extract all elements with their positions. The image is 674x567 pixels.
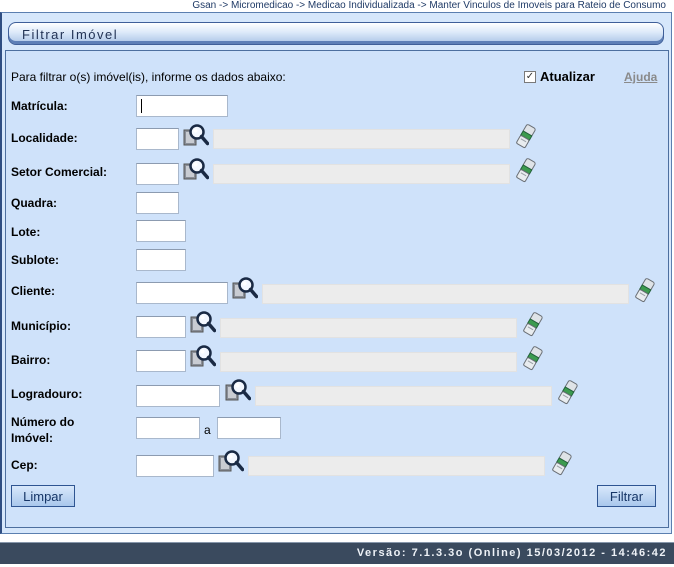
logradouro-code-input[interactable] (136, 385, 220, 407)
municipio-description (220, 318, 517, 338)
numero-imovel-label-line2: Imóvel: (11, 431, 54, 445)
localidade-description (213, 129, 510, 149)
cep-eraser-icon[interactable] (551, 450, 573, 476)
cliente-description (262, 284, 629, 304)
intro-text: Para filtrar o(s) imóvel(is), informe os… (11, 70, 286, 84)
bairro-description (220, 352, 517, 372)
localidade-label: Localidade: (11, 131, 78, 145)
quadra-label: Quadra: (11, 196, 58, 210)
cliente-eraser-icon[interactable] (634, 277, 656, 303)
setor-comercial-label: Setor Comercial: (11, 165, 108, 179)
setor-comercial-eraser-icon[interactable] (515, 157, 537, 183)
setor-comercial-code-input[interactable] (136, 163, 179, 185)
refresh-label: Atualizar (540, 69, 595, 84)
bairro-eraser-icon[interactable] (522, 345, 544, 371)
panel-title: Filtrar Imóvel (22, 27, 119, 42)
refresh-option: ✓ Atualizar (524, 69, 595, 84)
localidade-code-input[interactable] (136, 128, 179, 150)
setor-comercial-description (213, 164, 510, 184)
filter-form: Para filtrar o(s) imóvel(is), informe os… (5, 50, 669, 528)
refresh-checkbox[interactable]: ✓ (524, 70, 536, 83)
logradouro-description (255, 386, 552, 406)
help-link[interactable]: Ajuda (624, 70, 657, 84)
numero-imovel-label-line1: Número do (11, 415, 75, 429)
numero-imovel-from-input[interactable] (136, 417, 200, 439)
numero-imovel-range-separator: a (204, 423, 211, 437)
logradouro-search-icon[interactable] (225, 378, 251, 402)
cep-description (248, 456, 545, 476)
setor-comercial-search-icon[interactable] (183, 157, 209, 181)
cep-search-icon[interactable] (218, 449, 244, 473)
bairro-code-input[interactable] (136, 350, 186, 372)
quadra-input[interactable] (136, 192, 179, 214)
logradouro-label: Logradouro: (11, 387, 83, 401)
bairro-label: Bairro: (11, 353, 51, 367)
municipio-code-input[interactable] (136, 316, 186, 338)
sublote-input[interactable] (136, 249, 186, 271)
filter-button[interactable]: Filtrar (597, 485, 656, 507)
bairro-search-icon[interactable] (190, 344, 216, 368)
cep-code-input[interactable] (136, 455, 214, 477)
panel-header: Filtrar Imóvel (8, 22, 664, 45)
municipio-label: Município: (11, 319, 71, 333)
cliente-code-input[interactable] (136, 282, 228, 304)
matricula-label: Matrícula: (11, 99, 68, 113)
lote-input[interactable] (136, 220, 186, 242)
localidade-eraser-icon[interactable] (515, 123, 537, 149)
cliente-search-icon[interactable] (232, 276, 258, 300)
clear-button[interactable]: Limpar (11, 485, 75, 507)
cliente-label: Cliente: (11, 284, 56, 298)
cep-label: Cep: (11, 458, 38, 472)
sublote-label: Sublote: (11, 253, 59, 267)
footer-bar: Versão: 7.1.3.3o (Online) 15/03/2012 - 1… (0, 542, 674, 564)
localidade-search-icon[interactable] (183, 123, 209, 147)
numero-imovel-to-input[interactable] (217, 417, 281, 439)
lote-label: Lote: (11, 225, 41, 239)
municipio-eraser-icon[interactable] (522, 311, 544, 337)
logradouro-eraser-icon[interactable] (557, 379, 579, 405)
version-text: Versão: 7.1.3.3o (Online) 15/03/2012 - 1… (356, 547, 667, 559)
matricula-input[interactable] (136, 95, 228, 117)
municipio-search-icon[interactable] (190, 310, 216, 334)
